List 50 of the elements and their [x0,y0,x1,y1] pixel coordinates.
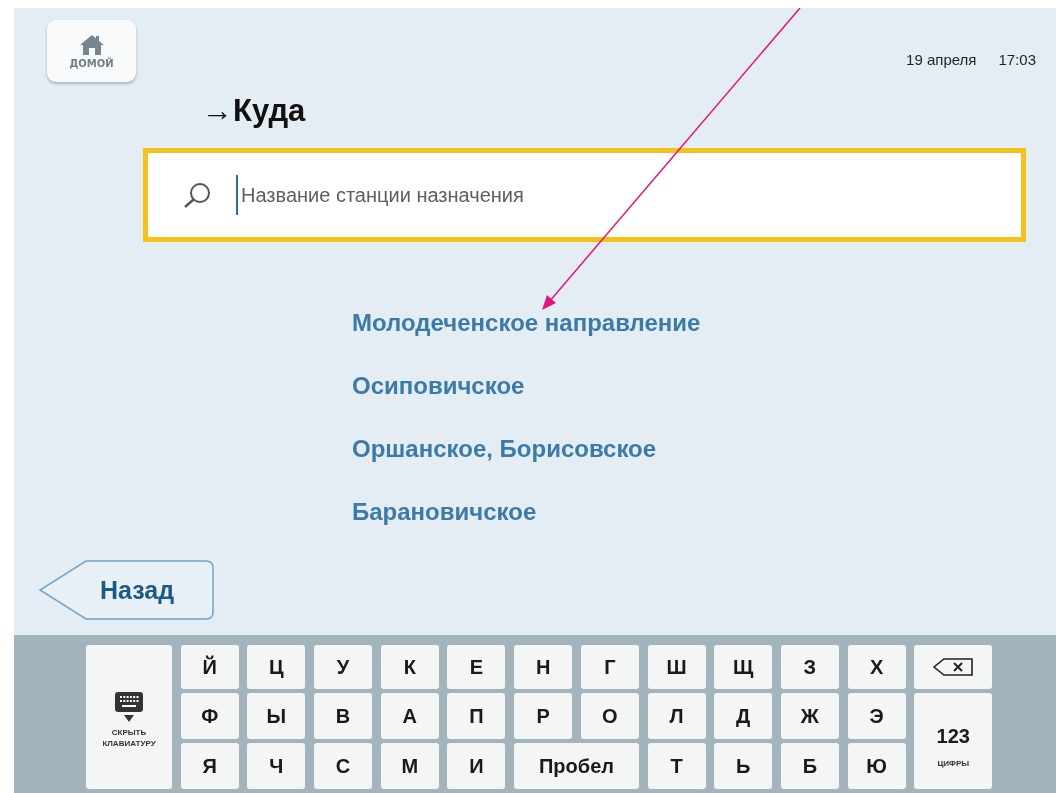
keyboard-key[interactable]: Ф [180,693,239,739]
keyboard-key[interactable]: В [314,693,373,739]
keyboard-key[interactable]: Т [647,743,706,789]
keyboard-key[interactable]: Ж [780,693,839,739]
backspace-key[interactable] [914,645,993,689]
keyboard-key[interactable]: Э [847,693,906,739]
space-key[interactable]: Пробел [514,743,639,789]
keyboard-key[interactable]: П [447,693,506,739]
page-title: →Куда [202,92,307,130]
home-button[interactable]: ДОМОЙ [47,20,136,82]
keyboard-key[interactable]: Р [514,693,573,739]
keyboard-key[interactable]: Г [580,645,639,689]
direction-link[interactable]: Осиповичское [352,367,525,404]
keyboard-key[interactable]: Ш [647,645,706,689]
keyboard-key[interactable]: Е [447,645,506,689]
key-caption: ЦИФРЫ [936,758,971,769]
direction-link[interactable]: Молодеченское направление [352,304,701,341]
keyboard-key[interactable]: А [380,693,439,739]
numbers-key[interactable]: 123 ЦИФРЫ [914,693,993,789]
keyboard-key[interactable]: Ц [247,645,306,689]
keyboard-key[interactable]: Я [180,743,239,789]
hide-keyboard-key[interactable]: СКРЫТЬ КЛАВИАТУРУ [86,645,172,789]
keyboard-key[interactable]: С [314,743,373,789]
keyboard-key[interactable]: Ь [714,743,773,789]
keyboard-key[interactable]: Й [180,645,239,689]
keyboard-icon [114,691,144,723]
keyboard-key[interactable]: Ы [247,693,306,739]
time-text: 17:03 [998,51,1036,68]
keyboard-key[interactable]: Б [780,743,839,789]
keyboard-key[interactable]: Х [847,645,906,689]
keyboard-key[interactable]: Щ [714,645,773,689]
house-icon [78,33,105,56]
direction-link[interactable]: Оршанское, Борисовское [352,430,657,467]
search-field[interactable]: Название станции назначения [143,148,1026,242]
backspace-icon [932,657,975,677]
keyboard-key[interactable]: З [780,645,839,689]
keyboard-key[interactable]: Ю [847,743,906,789]
direction-link[interactable]: Барановичское [352,493,537,530]
keyboard-key[interactable]: М [380,743,439,789]
keyboard-key[interactable]: О [580,693,639,739]
keyboard-key[interactable]: К [380,645,439,689]
keyboard-key[interactable]: И [447,743,506,789]
back-button[interactable]: Назад [38,560,214,620]
keyboard-key[interactable]: Ч [247,743,306,789]
keyboard-key[interactable]: Л [647,693,706,739]
date-text: 19 апреля [906,51,977,68]
keyboard-key[interactable]: Н [514,645,573,689]
keyboard-key[interactable]: Д [714,693,773,739]
key-caption: СКРЫТЬ КЛАВИАТУРУ [101,727,157,749]
keyboard-key[interactable]: У [314,645,373,689]
